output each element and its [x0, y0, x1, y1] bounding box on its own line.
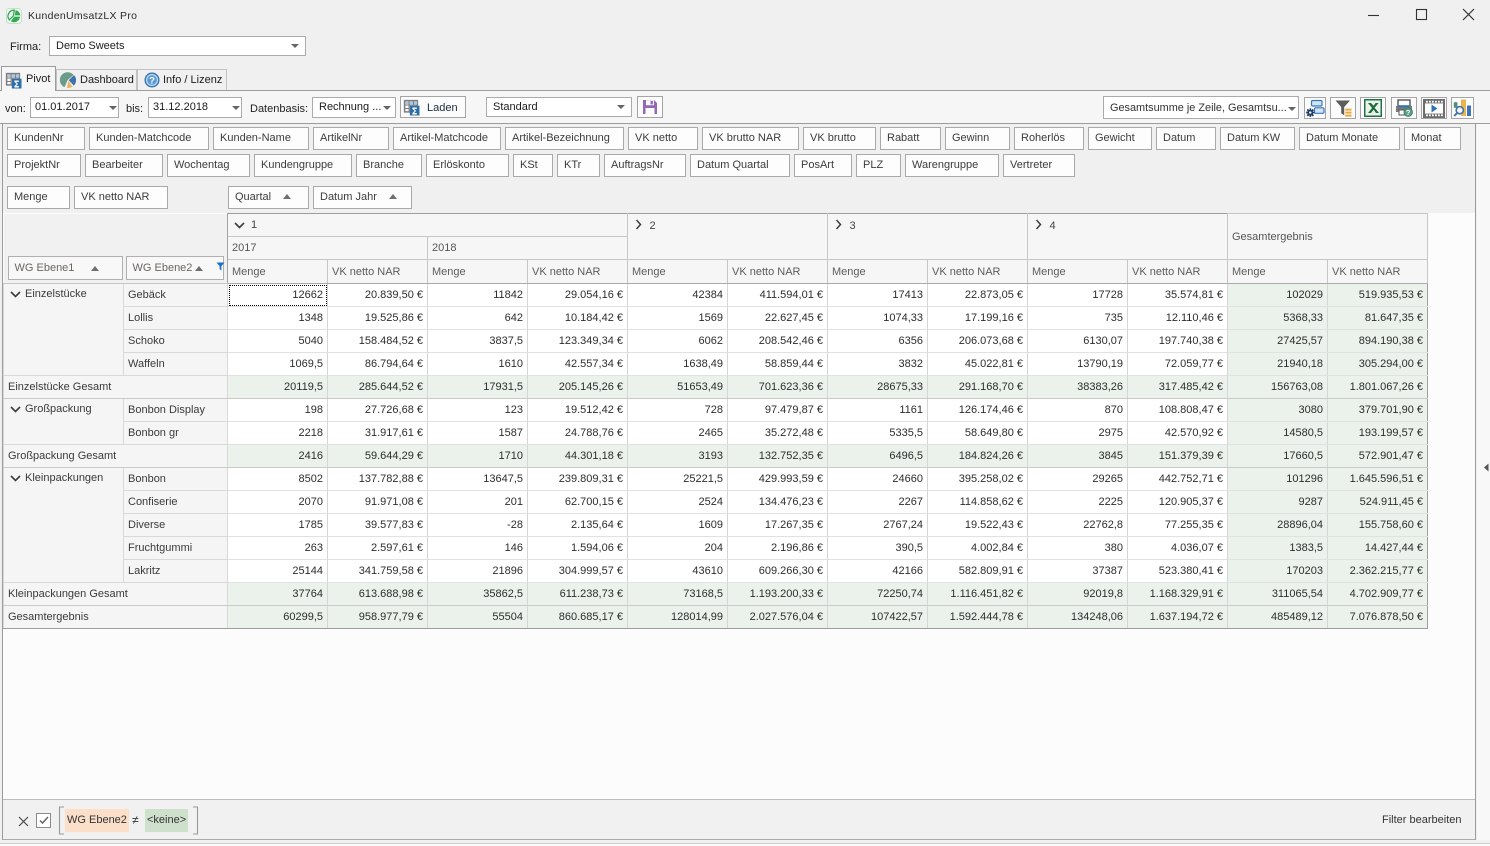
- svg-text:?: ?: [1406, 108, 1411, 117]
- svg-text:?: ?: [149, 76, 155, 87]
